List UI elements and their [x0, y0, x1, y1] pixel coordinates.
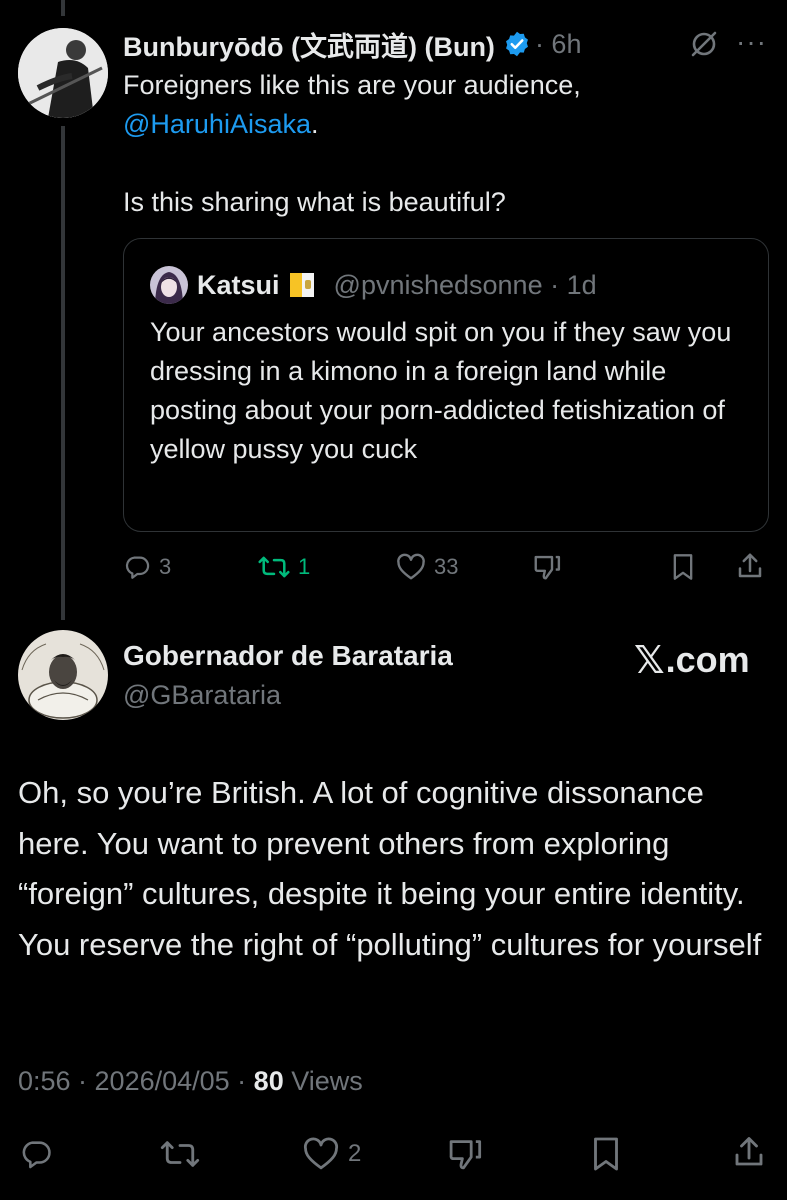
tweet-text-line: Foreigners like this are your audience,: [123, 70, 581, 100]
mention-link[interactable]: @HaruhiAisaka: [123, 109, 311, 139]
quote-avatar: [150, 266, 188, 304]
display-name[interactable]: Bunburyōdō (文武両道) (Bun): [123, 25, 495, 64]
reply-icon: [22, 1141, 51, 1169]
thread-connector: [61, 126, 65, 620]
like-button[interactable]: 2: [302, 1137, 361, 1171]
tweet-text-line: Is this sharing what is beautiful?: [123, 187, 506, 217]
bookmark-icon: [594, 1137, 618, 1171]
x-brand-watermark: 𝕏 .com: [634, 638, 750, 682]
like-icon: [397, 553, 425, 580]
like-count: 33: [434, 554, 459, 579]
views-count: 80: [253, 1066, 284, 1096]
tweet-header: Bunburyōdō (文武両道) (Bun) · 6h: [123, 24, 581, 64]
like-button[interactable]: 33: [396, 553, 458, 581]
reply-icon: [125, 556, 150, 579]
downvote-icon: [534, 555, 561, 580]
like-icon: [303, 1137, 339, 1170]
mention-suffix: .: [311, 109, 319, 139]
reply-button[interactable]: [18, 1137, 54, 1171]
tweet-text: Foreigners like this are your audience, …: [123, 66, 763, 222]
quote-display-name: Katsui: [197, 269, 280, 300]
share-button[interactable]: [731, 1134, 767, 1170]
repost-button[interactable]: [160, 1137, 200, 1171]
share-button[interactable]: [735, 551, 765, 581]
repost-button[interactable]: 1: [258, 553, 310, 581]
avatar[interactable]: [18, 630, 108, 720]
quote-text: Your ancestors would spit on you if they…: [150, 317, 732, 464]
downvote-icon: [449, 1140, 482, 1170]
x-logo-icon: 𝕏: [634, 638, 665, 682]
reply-count: 3: [159, 554, 172, 579]
reply-button[interactable]: 3: [123, 553, 171, 581]
like-count: 2: [348, 1140, 362, 1167]
timestamp[interactable]: 0:56 · 2026/04/05 ·: [18, 1066, 254, 1096]
bookmark-button[interactable]: [590, 1136, 622, 1172]
quote-handle: @pvnishedsonne · 1d: [333, 269, 597, 300]
views-label: Views: [283, 1066, 363, 1096]
downvote-button[interactable]: [446, 1137, 484, 1171]
tweet-text: Oh, so you’re British. A lot of cognitiv…: [18, 775, 762, 962]
downvote-button[interactable]: [532, 553, 562, 581]
more-icon[interactable]: ···: [736, 28, 767, 56]
verified-icon: [505, 31, 528, 57]
share-icon: [735, 1137, 763, 1166]
thread-view: Bunburyōdō (文武両道) (Bun) · 6h ··· Foreign…: [0, 0, 787, 1200]
quote-header: Katsui @pvnishedsonne · 1d: [197, 266, 597, 304]
display-name[interactable]: Gobernador de Barataria: [123, 640, 453, 672]
thread-connector-top: [61, 0, 65, 16]
timestamp[interactable]: · 6h: [535, 29, 582, 60]
grok-icon[interactable]: [688, 28, 720, 60]
repost-icon: [160, 1141, 200, 1167]
vatican-flag-icon: [289, 273, 314, 297]
share-icon: [738, 553, 762, 578]
handle[interactable]: @GBarataria: [123, 680, 281, 711]
repost-count: 1: [298, 554, 311, 579]
avatar[interactable]: [18, 28, 108, 118]
brand-text: .com: [665, 639, 750, 680]
repost-icon: [258, 556, 290, 578]
quoted-tweet[interactable]: Katsui @pvnishedsonne · 1d Your ancestor…: [123, 238, 769, 532]
tweet-meta: 0:56 · 2026/04/05 · 80 Views: [18, 1066, 363, 1097]
bookmark-button[interactable]: [670, 553, 696, 581]
bookmark-icon: [673, 554, 693, 580]
